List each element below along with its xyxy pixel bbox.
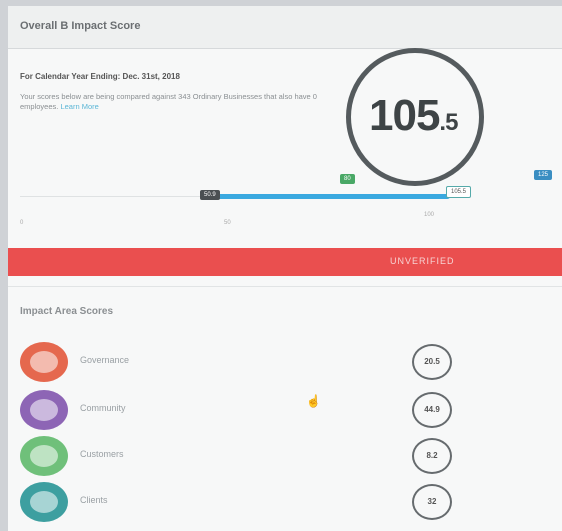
- pointer-cursor-icon: ☝: [306, 394, 321, 408]
- score-marker-median: 50.9: [200, 190, 220, 200]
- impact-area-row[interactable]: Governance 20.5: [20, 342, 540, 384]
- verification-status: UNVERIFIED: [390, 256, 455, 266]
- score-track-base: [20, 196, 200, 197]
- card-header: Overall B Impact Score: [8, 6, 562, 49]
- house-icon: [20, 390, 68, 430]
- overall-score: 105.5: [369, 91, 458, 141]
- impact-score-screen: Overall B Impact Score For Calendar Year…: [8, 6, 562, 531]
- score-track: [200, 194, 450, 199]
- reporting-period: For Calendar Year Ending: Dec. 31st, 201…: [20, 72, 180, 81]
- scale-tick: 50: [224, 220, 231, 226]
- page-title: Overall B Impact Score: [20, 20, 141, 32]
- impact-area-row[interactable]: Clients 32: [20, 482, 540, 524]
- verification-banner: UNVERIFIED: [8, 248, 562, 276]
- score-marker-top: 125: [534, 170, 553, 180]
- score-decimal: .5: [439, 109, 458, 136]
- score-marker-certification: 80: [340, 174, 355, 184]
- impact-area-label: Clients: [80, 495, 108, 505]
- document-icon: [20, 342, 68, 382]
- scale-tick: 0: [20, 220, 24, 226]
- impact-area-score: 8.2: [412, 438, 452, 474]
- impact-area-label: Governance: [80, 355, 130, 365]
- comparison-description: Your scores below are being compared aga…: [20, 92, 350, 112]
- section-divider: [8, 286, 562, 287]
- impact-area-row[interactable]: Customers 8.2: [20, 436, 540, 478]
- impact-area-row[interactable]: Community 44.9: [20, 390, 540, 432]
- score-integer: 105: [369, 91, 440, 140]
- impact-area-score: 44.9: [412, 392, 452, 428]
- impact-area-score: 32: [412, 484, 452, 520]
- impact-area-score: 20.5: [412, 344, 452, 380]
- overall-score-circle: 105.5: [346, 48, 484, 186]
- impact-area-label: Customers: [80, 449, 124, 459]
- score-marker-yours: 105.5: [446, 186, 472, 198]
- learn-more-link[interactable]: Learn More: [60, 102, 98, 111]
- impact-area-label: Community: [80, 403, 126, 413]
- leaf-icon: [20, 436, 68, 476]
- scale-tick: 100: [424, 212, 435, 218]
- impact-area-title: Impact Area Scores: [20, 306, 114, 317]
- handshake-icon: [20, 482, 68, 522]
